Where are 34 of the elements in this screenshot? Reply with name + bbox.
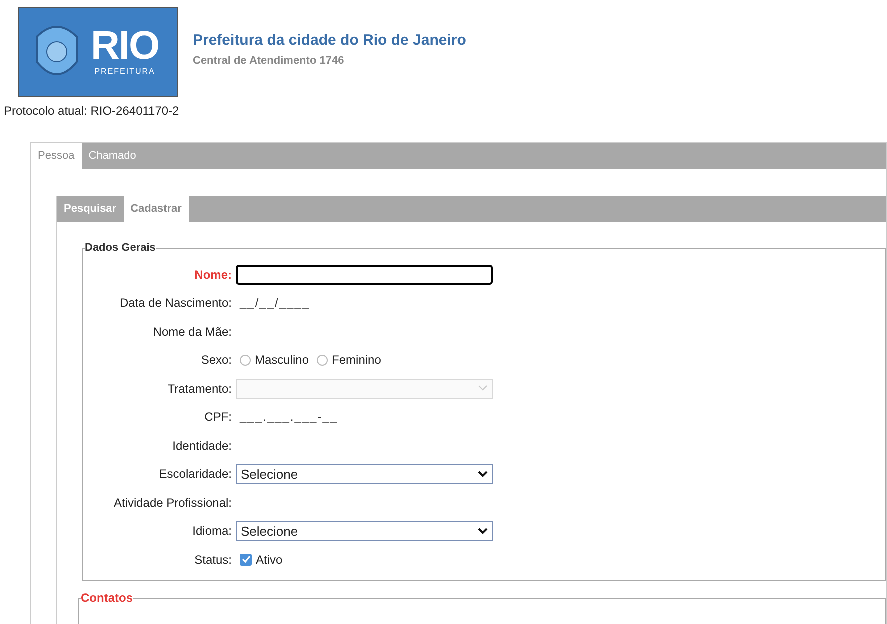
- tab[interactable]: Cadastrar: [124, 196, 189, 222]
- select-field[interactable]: Selecione: [236, 464, 493, 484]
- radio-icon[interactable]: [317, 354, 328, 366]
- status-checkbox[interactable]: Ativo: [236, 550, 283, 569]
- logo-text: RIO: [91, 26, 160, 66]
- field-label: Sexo:: [200, 352, 233, 370]
- radio-option[interactable]: Masculino: [240, 351, 310, 370]
- chevron-down-icon: [478, 528, 488, 535]
- select-field[interactable]: Selecione: [236, 521, 493, 542]
- section-legend: Contatos: [81, 589, 133, 607]
- masked-field[interactable]: ___.___.___-__: [236, 408, 338, 426]
- logo-subtext: PREFEITURA: [94, 66, 156, 78]
- field-label: Nome da Mãe:: [152, 324, 233, 341]
- chevron-down-icon: [478, 385, 488, 392]
- field-label: Status:: [194, 552, 233, 569]
- tab[interactable]: Pessoa: [31, 143, 82, 169]
- protocol-text: Protocolo atual: RIO-26401170-2: [4, 103, 180, 120]
- radio-icon[interactable]: [240, 354, 251, 366]
- name-field[interactable]: [236, 264, 493, 285]
- field-label: Idioma:: [192, 523, 233, 540]
- field-label: CPF:: [204, 409, 233, 426]
- site-title: Prefeitura da cidade do Rio de Janeiro: [193, 31, 466, 51]
- chevron-down-icon: [478, 470, 488, 478]
- field-label: Escolaridade:: [158, 466, 233, 484]
- field-label: Atividade Profissional:: [112, 494, 233, 512]
- field-label: Tratamento:: [166, 380, 233, 398]
- field-label: Nome:: [194, 266, 233, 284]
- radio-option[interactable]: Feminino: [317, 351, 382, 370]
- field-label: Data de Nascimento:: [118, 295, 233, 312]
- site-subtitle: Central de Atendimento 1746: [193, 54, 346, 68]
- masked-field[interactable]: __/__/____: [236, 294, 310, 312]
- field-label: Identidade:: [172, 438, 233, 455]
- section-legend: Dados Gerais: [85, 240, 156, 256]
- checkbox-icon[interactable]: [240, 554, 252, 566]
